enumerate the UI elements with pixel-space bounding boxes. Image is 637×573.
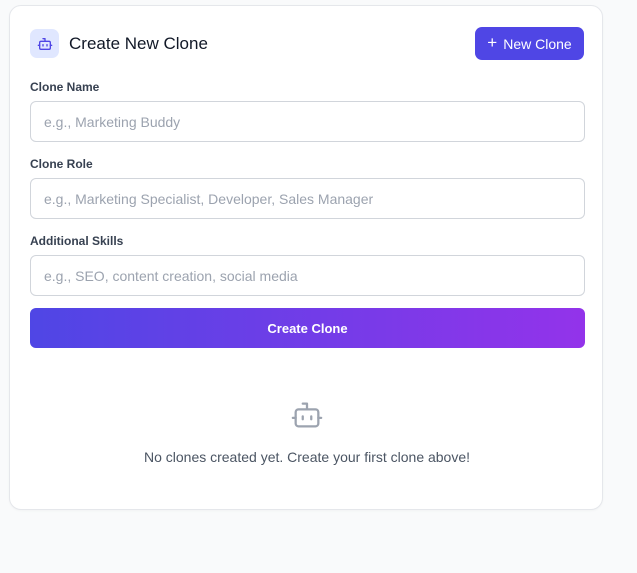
clone-name-label: Clone Name bbox=[30, 80, 100, 94]
robot-icon bbox=[37, 37, 52, 50]
new-clone-button[interactable]: + New Clone bbox=[475, 27, 584, 60]
create-clone-card: Create New Clone + New Clone Clone Name … bbox=[9, 5, 603, 510]
header-title-group: Create New Clone bbox=[30, 29, 208, 58]
create-clone-button[interactable]: Create Clone bbox=[30, 308, 585, 348]
page-title: Create New Clone bbox=[69, 33, 208, 53]
additional-skills-input[interactable] bbox=[30, 255, 585, 296]
robot-icon-badge bbox=[30, 29, 59, 58]
new-clone-button-label: New Clone bbox=[503, 35, 572, 52]
clone-role-label: Clone Role bbox=[30, 157, 93, 171]
additional-skills-label: Additional Skills bbox=[30, 234, 124, 248]
empty-state-message: No clones created yet. Create your first… bbox=[143, 449, 471, 465]
plus-icon: + bbox=[487, 33, 498, 52]
robot-icon bbox=[291, 402, 323, 428]
card-header: Create New Clone + New Clone bbox=[30, 27, 584, 60]
clone-role-input[interactable] bbox=[30, 178, 585, 219]
clone-name-input[interactable] bbox=[30, 101, 585, 142]
